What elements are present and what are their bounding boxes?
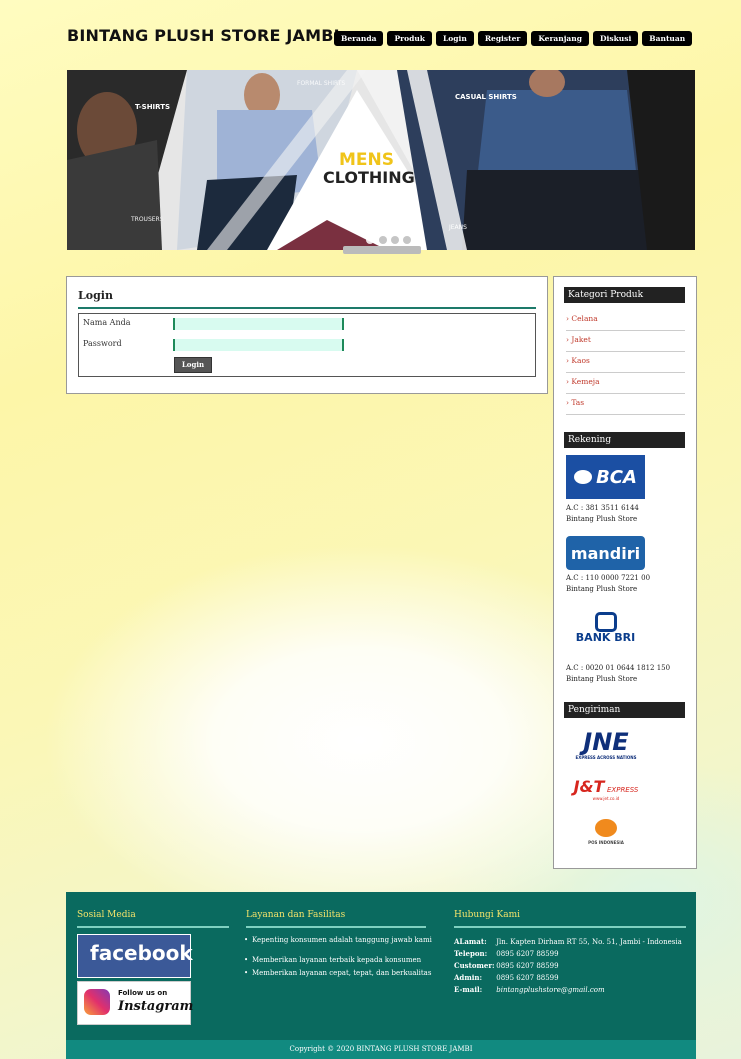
nav-register[interactable]: Register xyxy=(477,31,528,46)
footer: Sosial Media facebook Follow us on Insta… xyxy=(66,892,696,1040)
nav-login[interactable]: Login xyxy=(435,31,474,46)
facebook-link[interactable]: facebook xyxy=(77,934,193,978)
services-divider xyxy=(246,926,426,928)
banner-label-jeans: JEANS xyxy=(449,224,467,231)
login-panel: Login Nama Anda Password Login xyxy=(66,276,548,394)
sidebar: Kategori Produk › Celana › Jaket › Kaos … xyxy=(553,276,697,869)
banner-slider[interactable]: T-SHIRTS FORMAL SHIRTS CASUAL SHIRTS MEN… xyxy=(67,70,695,250)
nav-produk[interactable]: Produk xyxy=(387,31,432,46)
contact-email: E-mail: bintangplushstore@gmail.com xyxy=(454,985,605,994)
slider-dot-1[interactable] xyxy=(366,236,374,244)
services-title: Layanan dan Fasilitas xyxy=(246,910,346,920)
social-divider xyxy=(77,926,229,928)
banner-label-mens: MENS xyxy=(339,150,395,170)
name-label: Nama Anda xyxy=(83,318,131,327)
bri-account-holder: Bintang Plush Store xyxy=(566,675,638,683)
instagram-link[interactable]: Follow us on Instagram xyxy=(77,981,193,1025)
pos-emblem-icon xyxy=(595,819,617,837)
social-title: Sosial Media xyxy=(77,910,136,920)
jne-logo: JNE EXPRESS ACROSS NATIONS xyxy=(575,728,637,760)
contact-admin: Admin: 0895 6207 88599 xyxy=(454,973,559,982)
nav-diskusi[interactable]: Diskusi xyxy=(593,31,639,46)
slider-dot-3[interactable] xyxy=(391,236,399,244)
contact-title: Hubungi Kami xyxy=(454,910,521,920)
bri-emblem-icon xyxy=(594,612,617,632)
copyright: Copyright © 2020 BINTANG PLUSH STORE JAM… xyxy=(66,1040,696,1059)
banner-label-tshirts: T-SHIRTS xyxy=(135,103,171,111)
banner-label-casual: CASUAL SHIRTS xyxy=(455,93,517,101)
pos-logo: POS INDONESIA xyxy=(572,819,640,853)
slider-dot-2[interactable] xyxy=(379,236,387,244)
category-jaket[interactable]: › Jaket xyxy=(566,333,685,352)
nav-beranda[interactable]: Beranda xyxy=(334,31,384,46)
login-title: Login xyxy=(78,289,113,302)
login-divider xyxy=(78,307,536,309)
category-celana[interactable]: › Celana xyxy=(566,312,685,331)
login-button[interactable]: Login xyxy=(174,357,212,373)
category-kemeja[interactable]: › Kemeja xyxy=(566,375,685,394)
contact-address: ALamat: Jln. Kapten Dirham RT 55, No. 51… xyxy=(454,937,682,946)
bca-emblem-icon xyxy=(574,470,593,484)
accounts-heading: Rekening xyxy=(564,432,685,448)
categories-heading: Kategori Produk xyxy=(564,287,685,303)
main-nav: Beranda Produk Login Register Keranjang … xyxy=(334,31,693,46)
password-input[interactable] xyxy=(173,339,344,351)
service-item: Memberikan layanan terbaik kepada konsum… xyxy=(244,956,432,965)
site-title: BINTANG PLUSH STORE JAMBI xyxy=(67,26,340,45)
bca-logo: BCA xyxy=(566,455,645,499)
banner-label-clothing: CLOTHING xyxy=(323,168,415,187)
instagram-icon xyxy=(84,989,110,1015)
service-item: Memberikan layanan cepat, tepat, dan ber… xyxy=(244,969,432,978)
bri-account-number: A.C : 0020 01 0644 1812 150 xyxy=(566,664,671,672)
name-input[interactable] xyxy=(173,318,344,330)
service-item: Kepenting konsumen adalah tanggung jawab… xyxy=(244,936,432,945)
bri-logo: BANK BRI xyxy=(566,612,645,654)
password-label: Password xyxy=(83,339,122,348)
banner-label-trousers: TROUSERS xyxy=(131,216,164,223)
contact-customer: Customer: 0895 6207 88599 xyxy=(454,961,559,970)
shipping-heading: Pengiriman xyxy=(564,702,685,718)
bca-account-holder: Bintang Plush Store xyxy=(566,515,638,523)
category-kaos[interactable]: › Kaos xyxy=(566,354,685,373)
jnt-logo: J&T EXPRESS www.jet.co.id xyxy=(573,777,639,801)
banner-label-formal: FORMAL SHIRTS xyxy=(297,80,346,87)
mandiri-logo: mandiri xyxy=(566,536,645,570)
mandiri-account-holder: Bintang Plush Store xyxy=(566,585,638,593)
nav-keranjang[interactable]: Keranjang xyxy=(531,31,589,46)
bca-account-number: A.C : 381 3511 6144 xyxy=(566,504,639,512)
mandiri-account-number: A.C : 110 0000 7221 00 xyxy=(566,574,651,582)
nav-bantuan[interactable]: Bantuan xyxy=(642,31,693,46)
slider-pager xyxy=(343,246,421,254)
login-form: Nama Anda Password Login xyxy=(78,313,536,377)
category-tas[interactable]: › Tas xyxy=(566,396,685,415)
contact-phone: Telepon: 0895 6207 88599 xyxy=(454,949,559,958)
slider-dot-4[interactable] xyxy=(403,236,411,244)
contact-divider xyxy=(454,926,686,928)
